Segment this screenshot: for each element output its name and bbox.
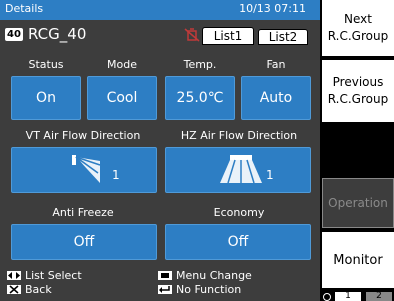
vertical-louver-icon: [72, 155, 101, 183]
side-menu: Next R.C.Group Previous R.C.Group Operat…: [320, 0, 394, 301]
enter-icon: [158, 285, 172, 294]
page-1-tab[interactable]: 1: [335, 292, 361, 301]
group-number-badge: 40: [5, 28, 23, 41]
next-group-label-line2: R.C.Group: [327, 29, 389, 43]
tab-list1[interactable]: List1: [202, 27, 254, 45]
page-circle-icon: [323, 293, 331, 301]
mode-button[interactable]: Cool: [87, 76, 157, 120]
economy-label: Economy: [213, 206, 265, 219]
anti-freeze-button[interactable]: Off: [11, 224, 157, 260]
hz-air-flow-label: HZ Air Flow Direction: [180, 129, 298, 142]
group-info: 40 RCG_40 List1 List2: [0, 22, 320, 46]
previous-group-label-line1: Previous: [332, 75, 384, 89]
mode-label: Mode: [107, 58, 137, 71]
operation-button[interactable]: Operation: [322, 178, 394, 228]
horizontal-louver-icon: [220, 155, 262, 184]
page-title: Details: [5, 2, 44, 15]
hint-menu-change: Menu Change: [176, 269, 252, 282]
vt-air-flow-value: 1: [112, 168, 120, 182]
monitor-button[interactable]: Monitor: [322, 232, 394, 288]
previous-group-button[interactable]: Previous R.C.Group: [322, 60, 394, 122]
hz-air-flow-value: 1: [266, 168, 274, 182]
page-indicator: 1 2: [320, 291, 394, 301]
fan-button[interactable]: Auto: [241, 76, 311, 120]
hint-back: Back: [25, 283, 52, 296]
hint-no-function: No Function: [176, 283, 242, 296]
status-button[interactable]: On: [11, 76, 81, 120]
next-group-label-line1: Next: [344, 12, 372, 26]
group-name: RCG_40: [28, 25, 87, 43]
vt-air-flow-button[interactable]: 1: [11, 147, 157, 193]
hz-air-flow-button[interactable]: 1: [165, 147, 311, 193]
page-2-tab[interactable]: 2: [366, 292, 392, 301]
title-bar: Details 10/13 07:11: [0, 0, 320, 20]
economy-button[interactable]: Off: [165, 224, 311, 260]
vt-air-flow-label: VT Air Flow Direction: [25, 129, 141, 142]
previous-group-label-line2: R.C.Group: [327, 92, 389, 106]
status-label: Status: [28, 58, 64, 71]
anti-freeze-label: Anti Freeze: [52, 206, 114, 219]
back-icon: [7, 285, 21, 294]
temp-label: Temp.: [183, 58, 217, 71]
tab-list2[interactable]: List2: [258, 29, 308, 45]
left-right-arrows-icon: [7, 271, 21, 280]
next-group-button[interactable]: Next R.C.Group: [322, 0, 394, 56]
menu-change-icon: [158, 271, 172, 280]
fan-label: Fan: [266, 58, 286, 71]
temp-button[interactable]: 25.0℃: [165, 76, 235, 120]
details-panel: Details 10/13 07:11 40 RCG_40 List1 List…: [0, 0, 320, 301]
hint-list-select: List Select: [25, 269, 82, 282]
datetime: 10/13 07:11: [239, 2, 306, 15]
timer-off-icon: [184, 28, 200, 42]
